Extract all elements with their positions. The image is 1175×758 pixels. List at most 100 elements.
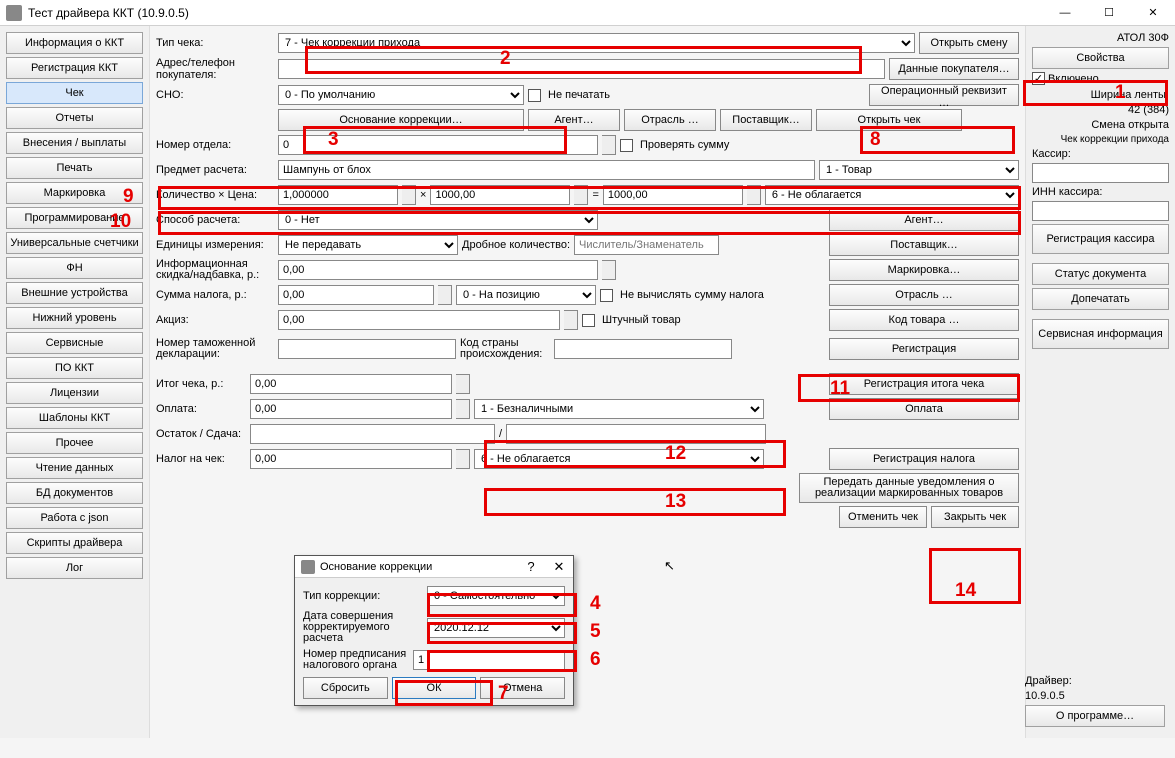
- taxpos-select[interactable]: 0 - На позицию: [456, 285, 596, 305]
- nav-tpl[interactable]: Шаблоны ККТ: [6, 407, 143, 429]
- close-check-button[interactable]: Закрыть чек: [931, 506, 1019, 528]
- country-input[interactable]: [554, 339, 732, 359]
- nav-info[interactable]: Информация о ККТ: [6, 32, 143, 54]
- reg-total-button[interactable]: Регистрация итога чека: [829, 373, 1019, 395]
- nav-lic[interactable]: Лицензии: [6, 382, 143, 404]
- change-input-2[interactable]: [506, 424, 766, 444]
- nav-counters[interactable]: Универсальные счетчики: [6, 232, 143, 254]
- check-type-select[interactable]: 7 - Чек коррекции прихода: [278, 33, 915, 53]
- open-check-button[interactable]: Открыть чек: [816, 109, 962, 131]
- corr-order-input[interactable]: [413, 650, 565, 670]
- properties-button[interactable]: Свойства: [1032, 47, 1169, 69]
- pay-spinner[interactable]: [456, 399, 470, 419]
- piece-checkbox[interactable]: [582, 314, 595, 327]
- change-input-1[interactable]: [250, 424, 495, 444]
- taxsum-spinner[interactable]: [438, 285, 452, 305]
- checktax-spinner[interactable]: [456, 449, 470, 469]
- excise-input[interactable]: [278, 310, 560, 330]
- price-input[interactable]: [430, 185, 570, 205]
- price-spinner[interactable]: [574, 185, 588, 205]
- checktax-input[interactable]: [250, 449, 452, 469]
- op-req-button[interactable]: Операционный реквизит …: [869, 84, 1019, 106]
- correction-basis-button[interactable]: Основание коррекции…: [278, 109, 524, 131]
- industry-button[interactable]: Отрасль …: [624, 109, 716, 131]
- reg-cashier-button[interactable]: Регистрация кассира: [1032, 224, 1169, 254]
- corr-type-select[interactable]: 0 - Самостоятельно: [427, 586, 565, 606]
- dialog-close-button[interactable]: ✕: [545, 559, 573, 575]
- nav-svc[interactable]: Сервисные: [6, 332, 143, 354]
- discount-spinner[interactable]: [602, 260, 616, 280]
- about-button[interactable]: О программе…: [1025, 705, 1165, 727]
- nav-inout[interactable]: Внесения / выплаты: [6, 132, 143, 154]
- mark-button[interactable]: Маркировка…: [829, 259, 1019, 281]
- nav-scripts[interactable]: Скрипты драйвера: [6, 532, 143, 554]
- dialog-ok-button[interactable]: ОК: [392, 677, 477, 699]
- sum-spinner[interactable]: [747, 185, 761, 205]
- agent-button[interactable]: Агент…: [528, 109, 620, 131]
- dept-input[interactable]: [278, 135, 598, 155]
- buyer-data-button[interactable]: Данные покупателя…: [889, 58, 1019, 80]
- svc-info-button[interactable]: Сервисная информация: [1032, 319, 1169, 349]
- minimize-button[interactable]: —: [1043, 0, 1087, 25]
- nav-check[interactable]: Чек: [6, 82, 143, 104]
- pay-button[interactable]: Оплата: [829, 398, 1019, 420]
- register-button[interactable]: Регистрация: [829, 338, 1019, 360]
- nav-read[interactable]: Чтение данных: [6, 457, 143, 479]
- dialog-cancel-button[interactable]: Отмена: [480, 677, 565, 699]
- customs-input[interactable]: [278, 339, 456, 359]
- nav-fn[interactable]: ФН: [6, 257, 143, 279]
- cashier-inn-input[interactable]: [1032, 201, 1169, 221]
- qty-spinner[interactable]: [402, 185, 416, 205]
- pay-input[interactable]: [250, 399, 452, 419]
- excise-spinner[interactable]: [564, 310, 578, 330]
- total-spinner[interactable]: [456, 374, 470, 394]
- agent-button-2[interactable]: Агент…: [829, 209, 1019, 231]
- nocalc-tax-checkbox[interactable]: [600, 289, 613, 302]
- dialog-help-button[interactable]: ?: [517, 559, 545, 574]
- verify-sum-checkbox[interactable]: [620, 139, 633, 152]
- send-mark-button[interactable]: Передать данные уведомления о реализации…: [799, 473, 1019, 503]
- total-input[interactable]: [250, 374, 452, 394]
- nav-ext[interactable]: Внешние устройства: [6, 282, 143, 304]
- nav-reg[interactable]: Регистрация ККТ: [6, 57, 143, 79]
- subject-type-select[interactable]: 1 - Товар: [819, 160, 1019, 180]
- corr-date-select[interactable]: 2020.12.12: [427, 618, 565, 638]
- nav-pokkt[interactable]: ПО ККТ: [6, 357, 143, 379]
- discount-input[interactable]: [278, 260, 598, 280]
- cancel-check-button[interactable]: Отменить чек: [839, 506, 927, 528]
- cashier-input[interactable]: [1032, 163, 1169, 183]
- supplier-button-2[interactable]: Поставщик…: [829, 234, 1019, 256]
- enabled-checkbox[interactable]: ✓: [1032, 72, 1045, 85]
- checktax-type-select[interactable]: 6 - Не облагается: [474, 449, 764, 469]
- sno-select[interactable]: 0 - По умолчанию: [278, 85, 524, 105]
- unit-select[interactable]: Не передавать: [278, 235, 458, 255]
- finish-print-button[interactable]: Допечатать: [1032, 288, 1169, 310]
- industry-button-2[interactable]: Отрасль …: [829, 284, 1019, 306]
- subject-input[interactable]: [278, 160, 815, 180]
- nav-other[interactable]: Прочее: [6, 432, 143, 454]
- sum-input[interactable]: [603, 185, 743, 205]
- qty-input[interactable]: [278, 185, 398, 205]
- nav-log[interactable]: Лог: [6, 557, 143, 579]
- maximize-button[interactable]: ☐: [1087, 0, 1131, 25]
- nav-print[interactable]: Печать: [6, 157, 143, 179]
- doc-status-button[interactable]: Статус документа: [1032, 263, 1169, 285]
- nav-low[interactable]: Нижний уровень: [6, 307, 143, 329]
- method-select[interactable]: 0 - Нет: [278, 210, 598, 230]
- dept-spinner[interactable]: [602, 135, 616, 155]
- reg-tax-button[interactable]: Регистрация налога: [829, 448, 1019, 470]
- noprint-checkbox[interactable]: [528, 89, 541, 102]
- tax-type-select[interactable]: 6 - Не облагается: [765, 185, 1019, 205]
- dialog-reset-button[interactable]: Сбросить: [303, 677, 388, 699]
- open-shift-button[interactable]: Открыть смену: [919, 32, 1019, 54]
- supplier-button[interactable]: Поставщик…: [720, 109, 812, 131]
- pay-type-select[interactable]: 1 - Безналичными: [474, 399, 764, 419]
- close-button[interactable]: ✕: [1131, 0, 1175, 25]
- fraction-input[interactable]: [574, 235, 719, 255]
- nav-db[interactable]: БД документов: [6, 482, 143, 504]
- goods-code-button[interactable]: Код товара …: [829, 309, 1019, 331]
- nav-reports[interactable]: Отчеты: [6, 107, 143, 129]
- address-input[interactable]: [278, 59, 885, 79]
- nav-json[interactable]: Работа с json: [6, 507, 143, 529]
- taxsum-input[interactable]: [278, 285, 434, 305]
